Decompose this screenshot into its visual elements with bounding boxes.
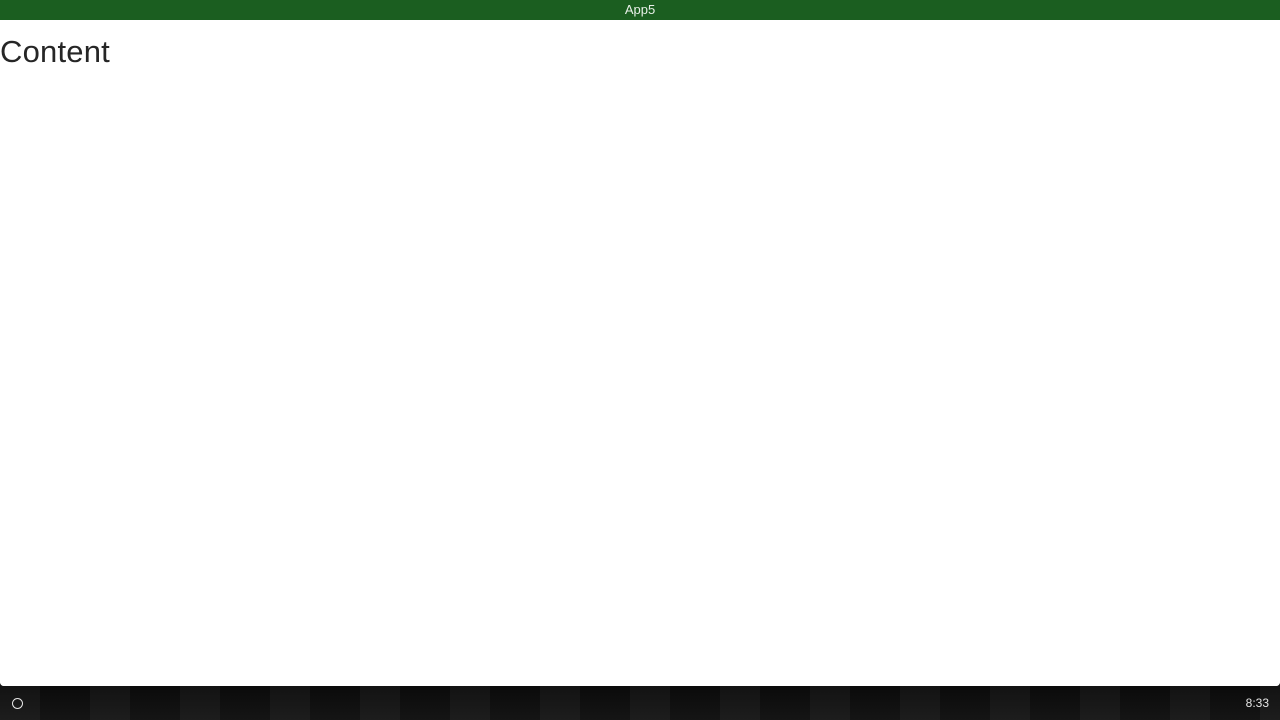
window-titlebar[interactable]: App5 — [0, 0, 1280, 20]
launcher-button[interactable] — [6, 692, 28, 714]
app-window: App5 Content — [0, 0, 1280, 686]
circle-launcher-icon — [11, 697, 23, 709]
status-clock[interactable]: 8:33 — [1246, 686, 1269, 720]
page-title: Content — [0, 34, 110, 69]
window-title: App5 — [624, 2, 656, 17]
desktop: App5 Content 8:33 — [0, 0, 1280, 720]
system-shelf: 8:33 — [0, 686, 1280, 720]
content-area: Content — [0, 20, 1280, 686]
